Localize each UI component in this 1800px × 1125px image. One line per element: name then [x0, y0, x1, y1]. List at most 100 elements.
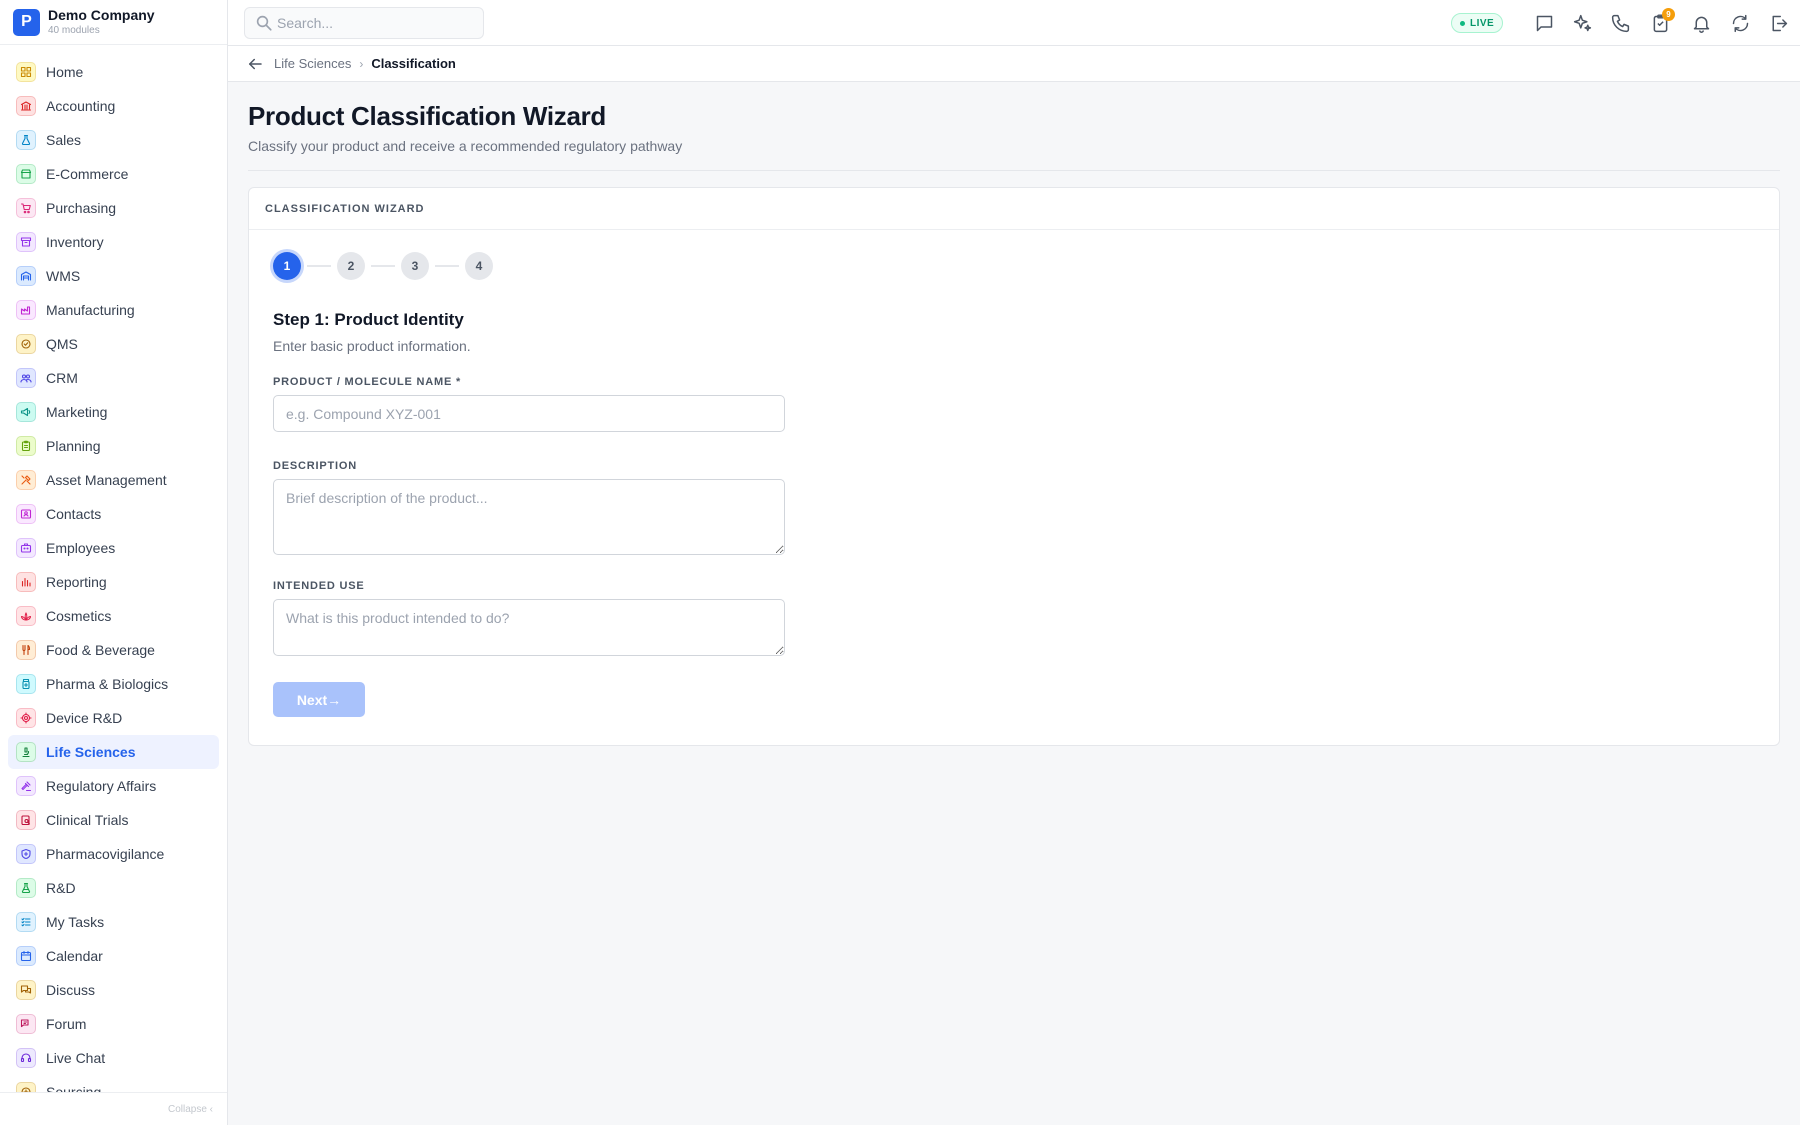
sidebar-item-accounting[interactable]: Accounting	[8, 89, 219, 123]
wizard-stepper: 1 2 3 4	[273, 252, 1755, 280]
step-1[interactable]: 1	[273, 252, 301, 280]
breadcrumb-life-sciences[interactable]: Life Sciences	[274, 56, 351, 71]
step-title: Step 1: Product Identity	[273, 310, 464, 329]
sidebar-item-label: Purchasing	[46, 200, 117, 216]
sidebar-item-label: Sourcing	[46, 1084, 102, 1092]
factory-icon	[16, 300, 36, 320]
step-3[interactable]: 3	[401, 252, 429, 280]
search-input[interactable]	[277, 15, 477, 31]
flask-icon	[16, 130, 36, 150]
sidebar-item-contacts[interactable]: Contacts	[8, 497, 219, 531]
breadcrumb-current: Classification	[371, 56, 456, 71]
company-name: Demo Company	[48, 6, 155, 23]
sidebar-item-crm[interactable]: CRM	[8, 361, 219, 395]
tools-icon	[16, 470, 36, 490]
company-logo: P	[13, 8, 40, 36]
sidebar-item-inventory[interactable]: Inventory	[8, 225, 219, 259]
megaphone-icon	[16, 402, 36, 422]
collapse-button[interactable]: Collapse ‹	[0, 1092, 227, 1125]
sidebar-item-label: Pharma & Biologics	[46, 676, 169, 692]
intended-use-label: INTENDED USE	[273, 580, 365, 592]
sidebar-item-label: Employees	[46, 540, 116, 556]
sidebar-item-live-chat[interactable]: Live Chat	[8, 1041, 219, 1075]
sidebar-item-home[interactable]: Home	[8, 55, 219, 89]
step-2[interactable]: 2	[337, 252, 365, 280]
refresh-icon[interactable]	[1728, 11, 1752, 35]
intended-use-textarea[interactable]	[273, 599, 785, 656]
step-subtitle: Enter basic product information.	[273, 338, 471, 354]
sidebar-item-qms[interactable]: QMS	[8, 327, 219, 361]
sidebar-item-label: Device R&D	[46, 710, 123, 726]
sidebar-item-label: Food & Beverage	[46, 642, 155, 658]
sidebar-item-discuss[interactable]: Discuss	[8, 973, 219, 1007]
product-name-input[interactable]	[273, 395, 785, 432]
divider	[248, 170, 1780, 171]
description-textarea[interactable]	[273, 479, 785, 555]
sidebar-item-pharma-and-biologics[interactable]: Pharma & Biologics	[8, 667, 219, 701]
sidebar-item-manufacturing[interactable]: Manufacturing	[8, 293, 219, 327]
phone-icon[interactable]	[1608, 11, 1632, 35]
sidebar-item-label: Clinical Trials	[46, 812, 129, 828]
sidebar-item-label: Live Chat	[46, 1050, 106, 1066]
sidebar-item-randd[interactable]: R&D	[8, 871, 219, 905]
sidebar-item-label: Asset Management	[46, 472, 167, 488]
gear-chip-icon	[16, 708, 36, 728]
users-icon	[16, 368, 36, 388]
sidebar-item-marketing[interactable]: Marketing	[8, 395, 219, 429]
sidebar-item-label: Sales	[46, 132, 82, 148]
description-label: DESCRIPTION	[273, 460, 357, 472]
lotus-icon	[16, 606, 36, 626]
cart-icon	[16, 198, 36, 218]
step-4[interactable]: 4	[465, 252, 493, 280]
sidebar-item-label: Reporting	[46, 574, 107, 590]
sidebar-item-pharmacovigilance[interactable]: Pharmacovigilance	[8, 837, 219, 871]
sidebar-item-wms[interactable]: WMS	[8, 259, 219, 293]
sidebar-item-label: Life Sciences	[46, 744, 136, 760]
sidebar-item-label: Marketing	[46, 404, 108, 420]
product-name-label: PRODUCT / MOLECULE NAME *	[273, 376, 462, 388]
sidebar-item-asset-management[interactable]: Asset Management	[8, 463, 219, 497]
main-content: Product Classification Wizard Classify y…	[248, 82, 1780, 746]
sidebar-item-label: R&D	[46, 880, 76, 896]
module-count: 40 modules	[48, 24, 100, 36]
logout-icon[interactable]	[1766, 11, 1790, 35]
store-icon	[16, 164, 36, 184]
sidebar-item-sales[interactable]: Sales	[8, 123, 219, 157]
sidebar-item-life-sciences[interactable]: Life Sciences	[8, 735, 219, 769]
sidebar-item-employees[interactable]: Employees	[8, 531, 219, 565]
sidebar-item-food-and-beverage[interactable]: Food & Beverage	[8, 633, 219, 667]
sidebar-item-reporting[interactable]: Reporting	[8, 565, 219, 599]
sidebar-item-regulatory-affairs[interactable]: Regulatory Affairs	[8, 769, 219, 803]
back-arrow-icon[interactable]	[246, 55, 264, 73]
search-icon	[256, 15, 272, 31]
utensils-icon	[16, 640, 36, 660]
sidebar-item-clinical-trials[interactable]: Clinical Trials	[8, 803, 219, 837]
sidebar-item-label: Home	[46, 64, 84, 80]
brand-header[interactable]: P Demo Company 40 modules	[0, 0, 227, 45]
sidebar-item-label: Accounting	[46, 98, 116, 114]
search-box[interactable]	[244, 7, 484, 39]
step-connector	[435, 265, 459, 267]
pill-bottle-icon	[16, 674, 36, 694]
sidebar-item-e-commerce[interactable]: E-Commerce	[8, 157, 219, 191]
sidebar-item-cosmetics[interactable]: Cosmetics	[8, 599, 219, 633]
clipboard-badge-icon[interactable]: 9	[1648, 8, 1675, 35]
clipboard-icon	[16, 436, 36, 456]
sidebar-item-planning[interactable]: Planning	[8, 429, 219, 463]
sidebar-item-sourcing[interactable]: Sourcing	[8, 1075, 219, 1092]
sidebar-item-label: WMS	[46, 268, 81, 284]
clipboard-search-icon	[16, 810, 36, 830]
sidebar-item-forum[interactable]: Forum	[8, 1007, 219, 1041]
sidebar-item-purchasing[interactable]: Purchasing	[8, 191, 219, 225]
sidebar-item-calendar[interactable]: Calendar	[8, 939, 219, 973]
sparkles-icon[interactable]	[1570, 11, 1594, 35]
forum-icon	[16, 1014, 36, 1034]
beaker-icon	[16, 878, 36, 898]
contact-card-icon	[16, 504, 36, 524]
chat-bubbles-icon	[16, 980, 36, 1000]
next-button[interactable]: Next→	[273, 682, 365, 717]
bell-icon[interactable]	[1689, 11, 1713, 35]
message-icon[interactable]	[1532, 11, 1556, 35]
sidebar-item-device-randd[interactable]: Device R&D	[8, 701, 219, 735]
sidebar-item-my-tasks[interactable]: My Tasks	[8, 905, 219, 939]
